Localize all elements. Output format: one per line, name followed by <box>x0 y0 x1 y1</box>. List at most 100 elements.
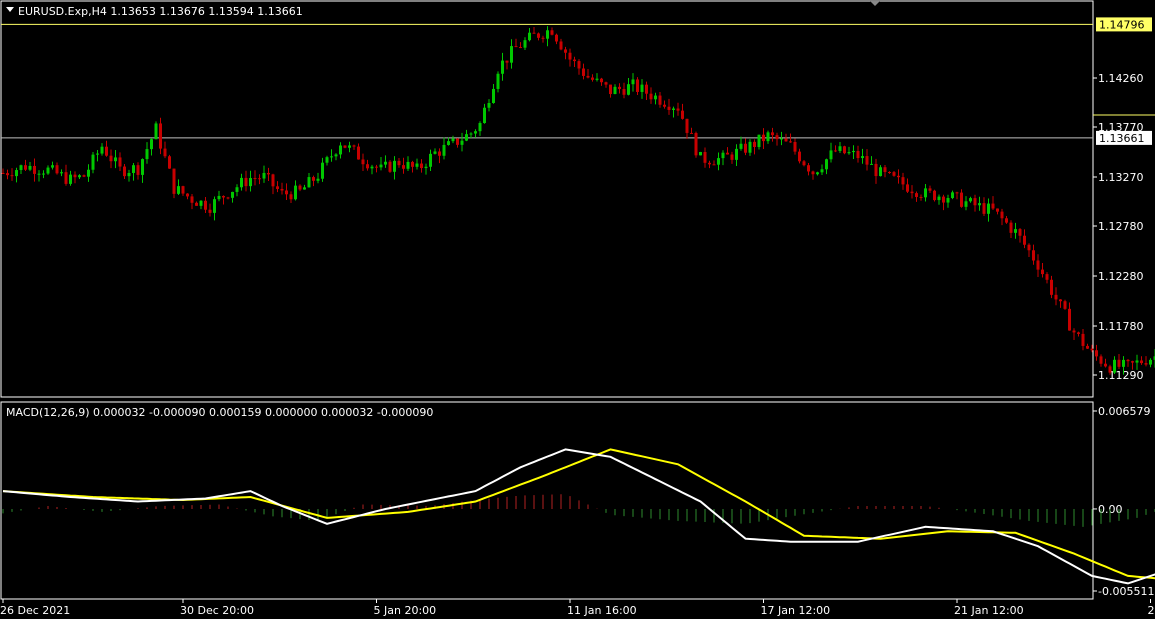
candle-bear <box>1104 363 1107 367</box>
candle-bear <box>582 68 585 76</box>
candle-bull <box>429 153 432 167</box>
candle-bull <box>946 198 950 203</box>
candle-bull <box>595 78 599 80</box>
candle-bull <box>757 134 761 148</box>
candle-bull <box>199 200 203 206</box>
candle-bear <box>1023 235 1026 245</box>
candle-bull <box>46 167 50 174</box>
candle-bull <box>177 186 180 194</box>
candle-bull <box>348 145 351 148</box>
candle-bear <box>280 188 284 191</box>
candle-bull <box>393 160 396 172</box>
candle-bear <box>762 134 765 142</box>
candle-bear <box>928 188 932 191</box>
candle-bear <box>1059 299 1062 302</box>
candle-bull <box>510 46 513 63</box>
candle-bull <box>442 144 446 156</box>
candle-bear <box>181 186 185 194</box>
candle-bull <box>447 141 450 145</box>
candle-bear <box>996 208 999 212</box>
candle-bull <box>739 143 743 149</box>
candle-bull <box>262 172 266 179</box>
time-tick-label: 30 Dec 20:00 <box>180 604 254 617</box>
candle-bear <box>1095 350 1098 357</box>
candle-bear <box>991 203 995 209</box>
time-tick-label: 21 Jan 12:00 <box>954 604 1024 617</box>
candle-bear <box>636 79 639 92</box>
candle-bear <box>1054 294 1058 300</box>
candle-bear <box>645 84 648 94</box>
price-tick-label: 1.11290 <box>1098 369 1144 382</box>
candle-bear <box>388 161 392 172</box>
candle-bear <box>744 143 747 153</box>
candle-bear <box>253 178 257 180</box>
candle-bear <box>604 82 608 85</box>
candle-bear <box>285 190 288 195</box>
candle-bear <box>888 171 891 173</box>
resistance-level-label: 1.14796 <box>1099 18 1145 31</box>
candle-bear <box>618 86 621 90</box>
candle-bull <box>154 123 158 140</box>
candle-bear <box>1090 348 1094 351</box>
candle-bear <box>109 155 113 162</box>
candle-bull <box>379 164 383 168</box>
candle-bear <box>312 177 315 181</box>
candle-bull <box>496 73 500 89</box>
candle-bear <box>1005 218 1008 223</box>
candle-bull <box>735 148 738 160</box>
candle-bull <box>546 30 549 39</box>
candle-bull <box>240 177 243 188</box>
candle-bear <box>271 174 275 187</box>
candle-bear <box>694 133 698 156</box>
candle-bull <box>852 150 855 153</box>
candle-bull <box>766 132 770 142</box>
candle-bear <box>420 163 423 169</box>
trading-chart[interactable]: 1.142601.137701.132701.127801.122801.117… <box>0 0 1155 619</box>
candle-bull <box>316 178 320 181</box>
candle-bull <box>339 145 342 155</box>
candle-bull <box>127 172 131 177</box>
candle-bear <box>649 93 653 100</box>
candle-bear <box>1108 366 1112 373</box>
candle-bull <box>370 166 374 169</box>
candle-bull <box>87 169 90 177</box>
candle-bull <box>861 156 864 159</box>
candle-bear <box>690 132 693 134</box>
candle-bear <box>1045 274 1049 280</box>
candle-bull <box>78 175 81 178</box>
candle-bull <box>217 195 221 200</box>
candle-bear <box>834 150 837 152</box>
candle-bear <box>897 175 900 178</box>
candle-bear <box>123 166 126 177</box>
candle-bull <box>96 153 99 155</box>
candle-bear <box>438 151 441 156</box>
candle-bear <box>276 186 279 189</box>
candle-bull <box>1135 360 1139 363</box>
candle-bear <box>397 160 401 166</box>
candle-bear <box>753 141 756 148</box>
candle-bear <box>222 195 225 198</box>
candle-bear <box>1068 308 1071 331</box>
time-tick-label: 11 Jan 16:00 <box>567 604 637 617</box>
candle-bull <box>969 198 972 202</box>
candle-bear <box>541 37 545 39</box>
candle-bear <box>10 175 14 177</box>
candle-bear <box>514 46 518 48</box>
candle-bear <box>537 33 540 38</box>
candle-bull <box>978 203 981 206</box>
candle-bear <box>775 135 779 140</box>
candle-bear <box>519 47 522 49</box>
candle-bear <box>942 196 945 203</box>
candle-bull <box>330 156 333 158</box>
time-tick-label: 27 Jan 08:00 <box>1148 604 1155 617</box>
candle-bear <box>366 164 369 169</box>
candle-bull <box>721 152 725 159</box>
candle-bull <box>307 177 311 188</box>
candle-bear <box>771 132 774 136</box>
candle-bull <box>150 139 153 150</box>
candle-bull <box>325 157 329 163</box>
candle-bull <box>231 191 234 198</box>
candle-bull <box>964 201 968 207</box>
candle-bull <box>213 199 216 213</box>
candle-bear <box>703 152 707 163</box>
